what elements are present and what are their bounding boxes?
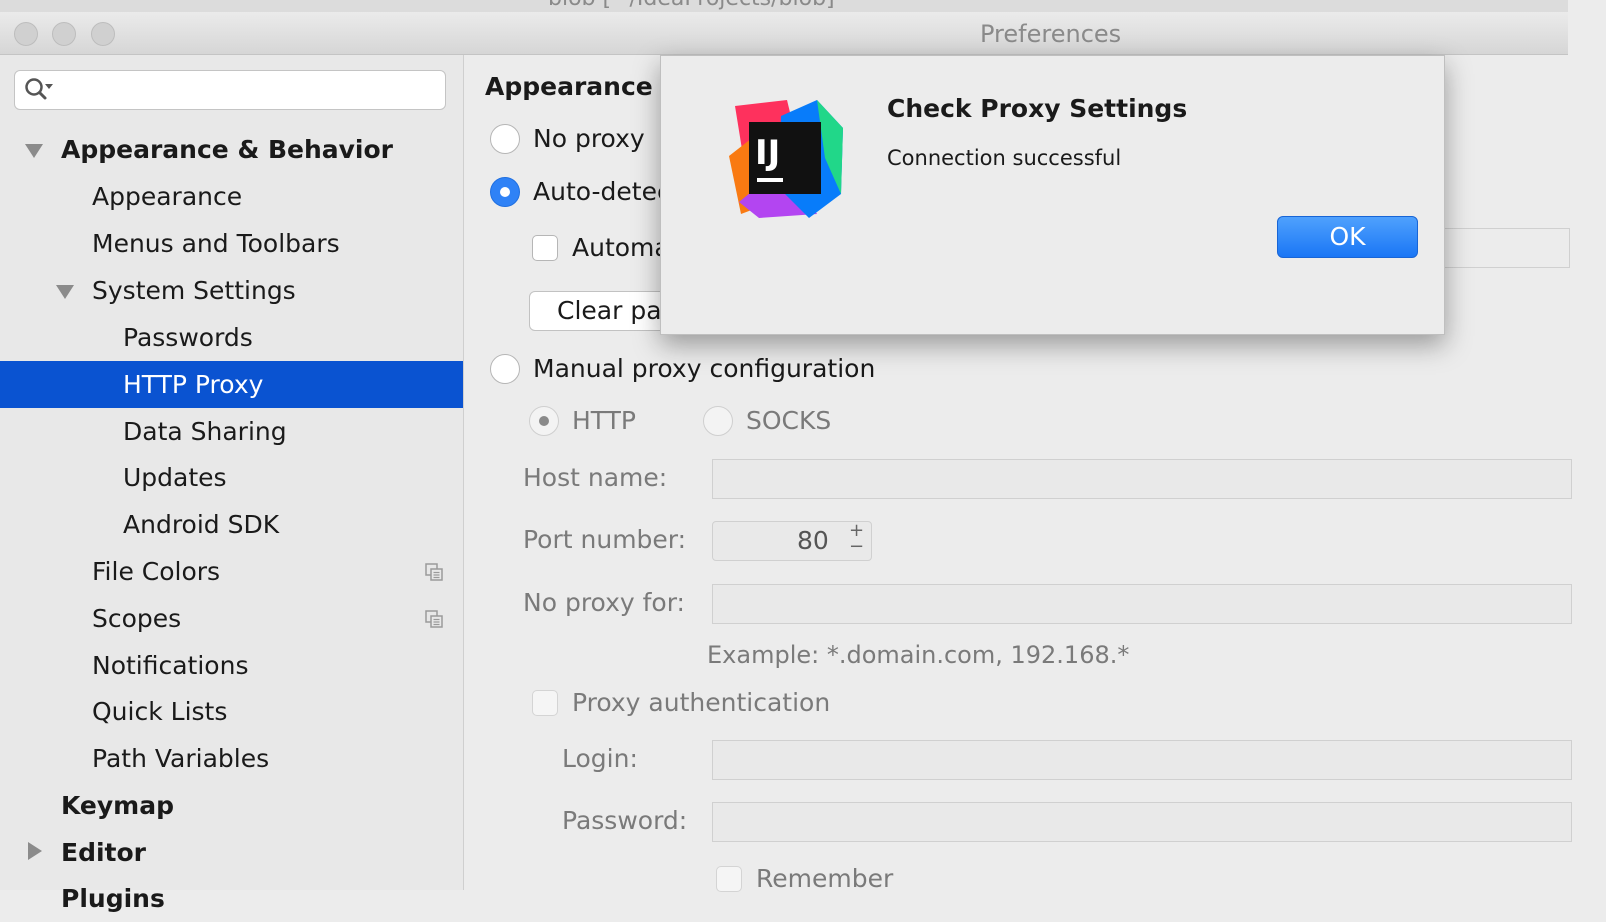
sidebar-item-file-colors[interactable]: File Colors	[92, 548, 220, 595]
zoom-window-button[interactable]	[91, 22, 115, 46]
no-proxy-label: No proxy	[533, 124, 645, 153]
dialog-title: Check Proxy Settings	[887, 94, 1188, 123]
login-input[interactable]	[712, 740, 1572, 780]
password-label: Password:	[562, 806, 688, 835]
password-input[interactable]	[712, 802, 1572, 842]
sidebar-item-quick-lists[interactable]: Quick Lists	[92, 688, 227, 735]
project-copy-icon	[425, 563, 443, 581]
sidebar-item-passwords[interactable]: Passwords	[123, 314, 253, 361]
background-window-strip: blob [~/IdeaProjects/blob]	[0, 0, 1568, 12]
minimize-window-button[interactable]	[52, 22, 76, 46]
expand-arrow-icon[interactable]	[56, 285, 74, 299]
title-bar: Preferences	[0, 12, 1568, 55]
sidebar-item-keymap[interactable]: Keymap	[61, 782, 174, 829]
no-proxy-radio[interactable]	[490, 124, 520, 154]
sidebar-item-menus-toolbars[interactable]: Menus and Toolbars	[92, 220, 340, 267]
sidebar-item-plugins[interactable]: Plugins	[61, 875, 165, 922]
dialog-message: Connection successful	[887, 146, 1122, 170]
sidebar-item-data-sharing[interactable]: Data Sharing	[123, 408, 287, 455]
sidebar-item-appearance-behavior[interactable]: Appearance & Behavior	[61, 126, 393, 173]
window-title: Preferences	[980, 20, 1122, 48]
manual-proxy-radio[interactable]	[490, 354, 520, 384]
auto-config-url-checkbox[interactable]	[532, 235, 558, 261]
remember-label: Remember	[756, 864, 894, 893]
sidebar-item-editor[interactable]: Editor	[61, 829, 146, 876]
port-number-value: 80	[797, 526, 829, 555]
socks-label: SOCKS	[746, 406, 832, 435]
login-label: Login:	[562, 744, 638, 773]
port-number-spinner[interactable]: 80 + −	[712, 520, 872, 561]
sidebar-item-android-sdk[interactable]: Android SDK	[123, 501, 279, 548]
background-window-title: blob [~/IdeaProjects/blob]	[548, 0, 835, 11]
no-proxy-for-label: No proxy for:	[523, 588, 685, 617]
socks-radio[interactable]	[703, 406, 733, 436]
manual-proxy-label: Manual proxy configuration	[533, 354, 876, 383]
proxy-authentication-label: Proxy authentication	[572, 688, 831, 717]
close-window-button[interactable]	[14, 22, 38, 46]
logo-text: IJ	[755, 133, 780, 173]
no-proxy-for-input[interactable]	[712, 584, 1572, 624]
check-proxy-dialog: IJ Check Proxy Settings Connection succe…	[660, 55, 1445, 335]
sidebar-item-system-settings[interactable]: System Settings	[92, 267, 296, 314]
sidebar-item-http-proxy[interactable]: HTTP Proxy	[123, 361, 263, 408]
sidebar-item-notifications[interactable]: Notifications	[92, 642, 248, 689]
http-radio[interactable]	[529, 406, 559, 436]
search-icon	[25, 78, 53, 100]
sidebar-item-scopes[interactable]: Scopes	[92, 595, 181, 642]
host-name-label: Host name:	[523, 463, 668, 492]
settings-search-input[interactable]	[14, 70, 446, 110]
expand-arrow-icon[interactable]	[25, 144, 43, 158]
sidebar-item-appearance[interactable]: Appearance	[92, 173, 242, 220]
http-label: HTTP	[572, 406, 636, 435]
collapse-arrow-icon[interactable]	[28, 842, 42, 860]
proxy-authentication-checkbox[interactable]	[532, 690, 558, 716]
no-proxy-example-hint: Example: *.domain.com, 192.168.*	[707, 641, 1130, 669]
project-copy-icon	[425, 610, 443, 628]
port-number-label: Port number:	[523, 525, 687, 554]
sidebar-item-path-variables[interactable]: Path Variables	[92, 735, 269, 782]
host-name-input[interactable]	[712, 459, 1572, 499]
port-decrement-button[interactable]: −	[849, 536, 864, 557]
ok-button[interactable]: OK	[1277, 216, 1418, 258]
intellij-idea-logo-icon: IJ	[729, 100, 843, 218]
settings-sidebar: Appearance & Behavior Appearance Menus a…	[0, 55, 464, 913]
sidebar-item-updates[interactable]: Updates	[123, 454, 227, 501]
auto-detect-radio[interactable]	[490, 177, 520, 207]
remember-checkbox[interactable]	[716, 866, 742, 892]
